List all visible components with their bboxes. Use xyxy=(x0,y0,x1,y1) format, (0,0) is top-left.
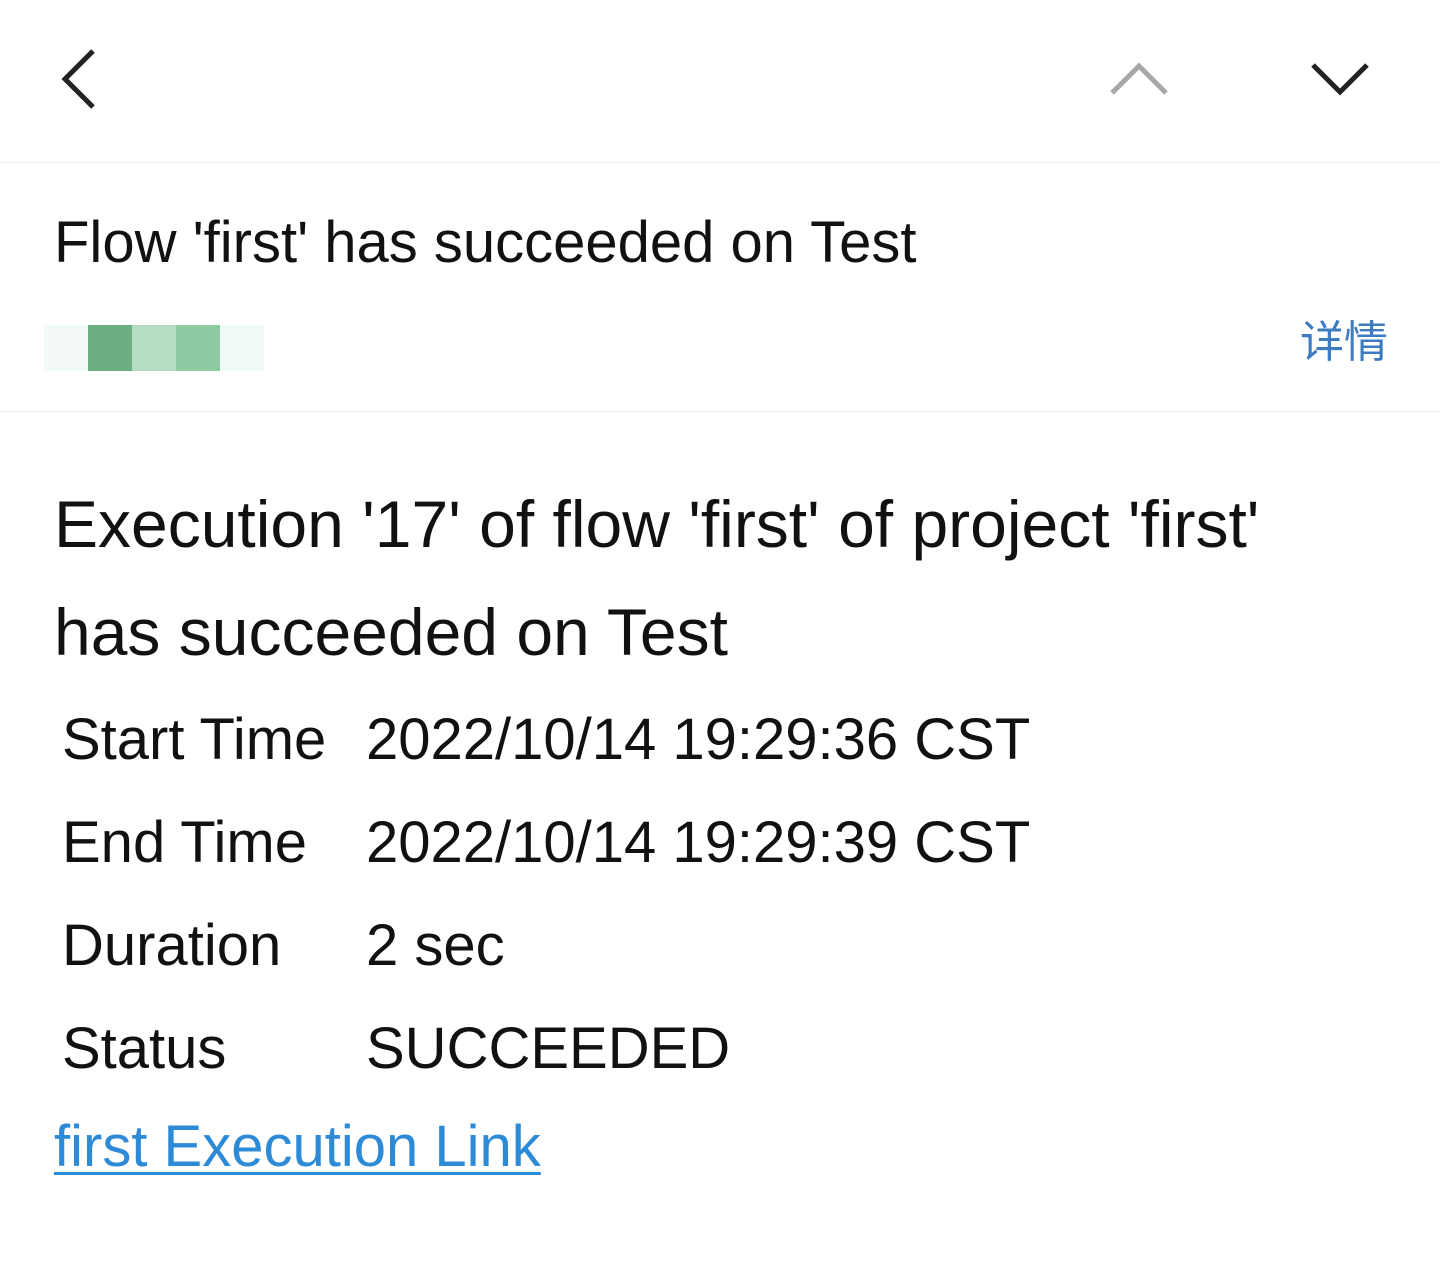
table-row: Status SUCCEEDED xyxy=(54,997,1030,1100)
email-header: Flow 'first' has succeeded on Test 详情 xyxy=(0,163,1440,412)
chevron-left-icon xyxy=(61,49,95,109)
table-row: End Time 2022/10/14 19:29:39 CST xyxy=(54,791,1030,894)
details-link[interactable]: 详情 xyxy=(1300,313,1388,373)
chevron-up-icon xyxy=(1110,62,1168,95)
start-time-label: Start Time xyxy=(62,707,327,772)
table-row: Duration 2 sec xyxy=(54,894,1030,997)
sender-avatar-redacted xyxy=(44,325,264,371)
end-time-value: 2022/10/14 19:29:39 CST xyxy=(366,810,1031,875)
execution-link[interactable]: first Execution Link xyxy=(54,1112,541,1182)
back-button[interactable] xyxy=(34,34,124,124)
status-value: SUCCEEDED xyxy=(366,1016,731,1081)
top-toolbar xyxy=(0,0,1440,163)
start-time-value: 2022/10/14 19:29:36 CST xyxy=(366,707,1031,772)
next-email-button[interactable] xyxy=(1295,34,1385,124)
duration-label: Duration xyxy=(62,913,282,978)
end-time-label: End Time xyxy=(62,810,307,875)
email-body: Execution '17' of flow 'first' of projec… xyxy=(0,412,1440,1267)
previous-email-button[interactable] xyxy=(1094,34,1184,124)
chevron-down-icon xyxy=(1311,63,1369,96)
table-row: Start Time 2022/10/14 19:29:36 CST xyxy=(54,688,1030,791)
execution-info-table: Start Time 2022/10/14 19:29:36 CST End T… xyxy=(54,688,1030,1100)
email-subject: Flow 'first' has succeeded on Test xyxy=(54,210,917,275)
execution-heading: Execution '17' of flow 'first' of projec… xyxy=(54,487,1260,669)
status-label: Status xyxy=(62,1016,227,1081)
duration-value: 2 sec xyxy=(366,913,505,978)
